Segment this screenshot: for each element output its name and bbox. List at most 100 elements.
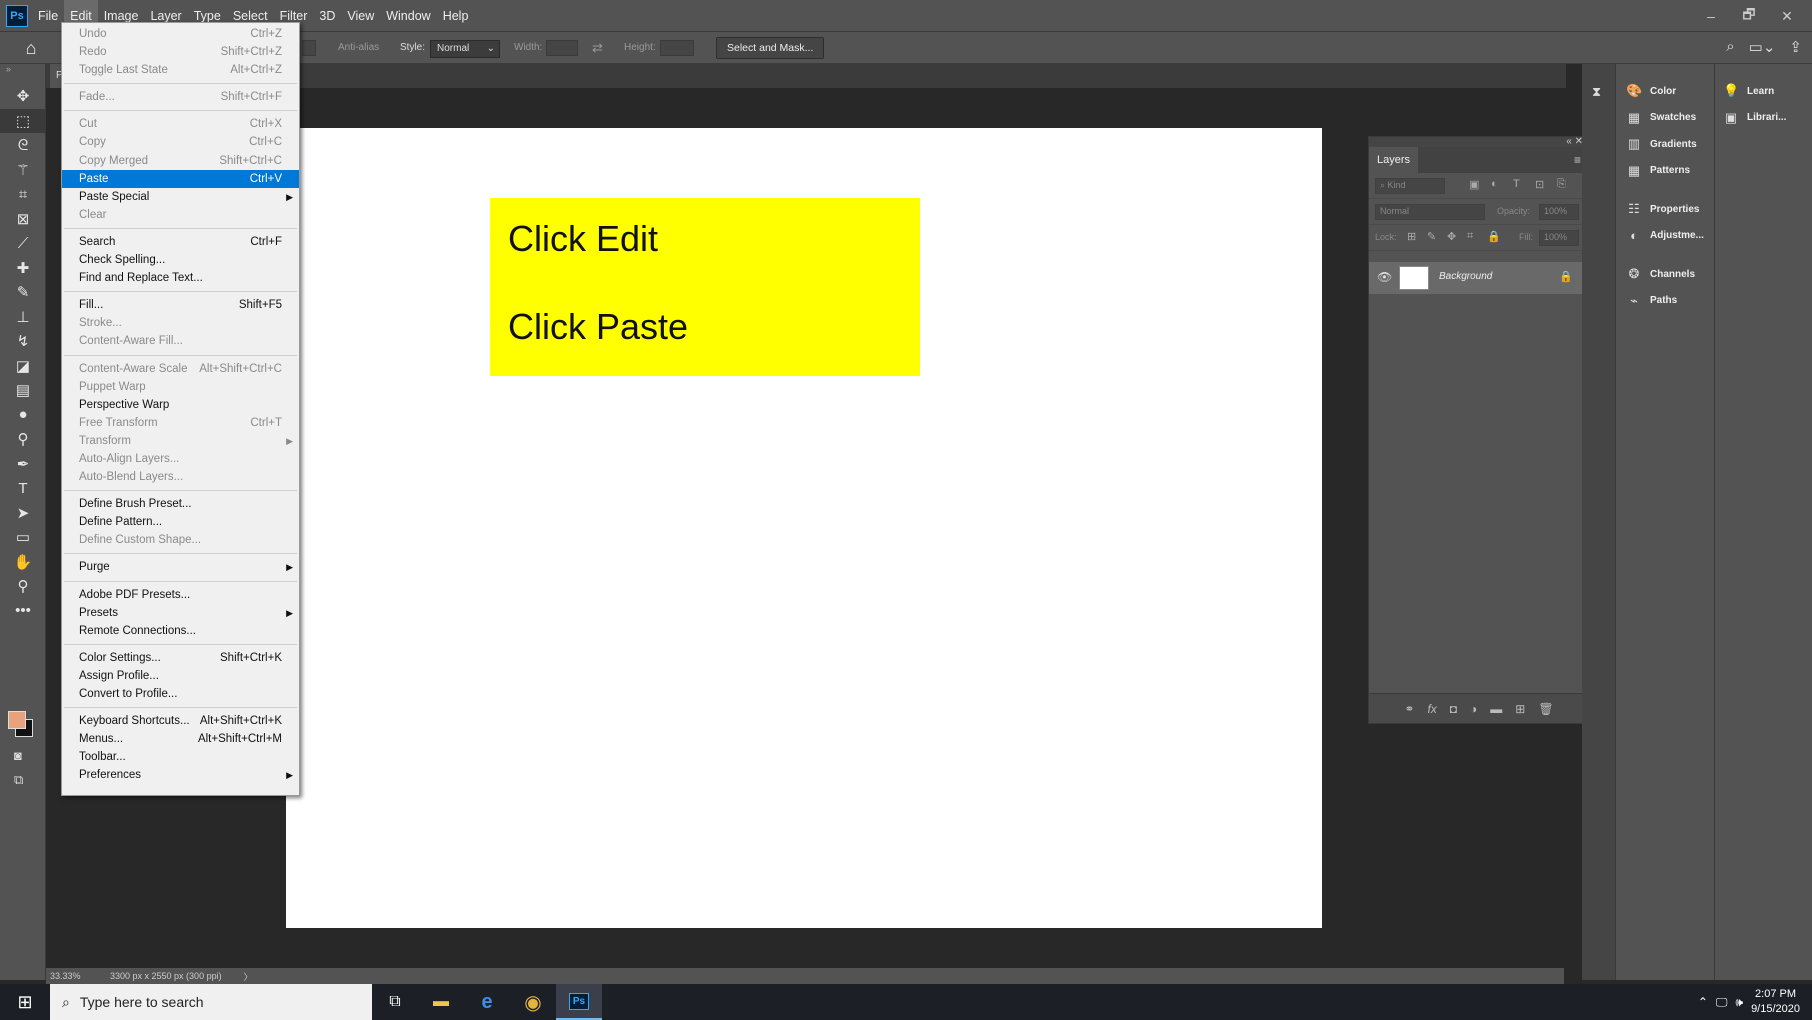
history-brush-tool-icon[interactable]: ↯ <box>0 329 46 354</box>
panel-channels[interactable]: ❂ Channels <box>1618 261 1714 288</box>
home-icon[interactable]: ⌂ <box>18 37 44 59</box>
panel-color[interactable]: 🎨 Color <box>1618 78 1714 105</box>
edit-menu-item-paste-special[interactable]: Paste Special ▶ <box>62 188 299 206</box>
edit-menu-item-auto-blend-layers[interactable]: Auto-Blend Layers... <box>62 468 299 486</box>
frame-tool-icon[interactable]: ⊠ <box>0 207 46 232</box>
edit-menu-item-transform[interactable]: Transform ▶ <box>62 432 299 450</box>
opacity-input[interactable]: 100% <box>1539 204 1579 220</box>
edit-menu-item-presets[interactable]: Presets ▶ <box>62 604 299 622</box>
edit-menu-item-convert-to-profile[interactable]: Convert to Profile... <box>62 685 299 703</box>
zoom-tool-icon[interactable]: ⚲ <box>0 574 46 599</box>
edit-menu-item-undo[interactable]: Undo Ctrl+Z <box>62 25 299 43</box>
brush-tool-icon[interactable]: ✎ <box>0 280 46 305</box>
history-icon[interactable]: ⧗ <box>1592 84 1601 100</box>
panel-close-icon[interactable]: « ✕ <box>1369 137 1589 147</box>
panel-menu-icon[interactable]: ≡ <box>1574 153 1581 167</box>
edit-menu-item-perspective-warp[interactable]: Perspective Warp <box>62 396 299 414</box>
close-window-button[interactable]: ✕ <box>1768 8 1806 25</box>
edit-menu-item-define-brush-preset[interactable]: Define Brush Preset... <box>62 495 299 513</box>
edit-menu-item-toolbar[interactable]: Toolbar... <box>62 748 299 766</box>
chevron-right-icon[interactable]: 〉 <box>244 970 253 983</box>
taskbar-search-box[interactable]: ⌕ Type here to search <box>50 984 372 1020</box>
blend-mode-select[interactable]: Normal <box>1375 204 1485 220</box>
edit-menu-item-assign-profile[interactable]: Assign Profile... <box>62 667 299 685</box>
menu-file[interactable]: File <box>32 0 64 32</box>
edit-menu-item-remote-connections[interactable]: Remote Connections... <box>62 622 299 640</box>
edit-menu-item-free-transform[interactable]: Free Transform Ctrl+T <box>62 414 299 432</box>
link-layers-icon[interactable]: ⚭ <box>1404 702 1414 716</box>
edit-menu-item-copy-merged[interactable]: Copy Merged Shift+Ctrl+C <box>62 152 299 170</box>
edit-menu-item-redo[interactable]: Redo Shift+Ctrl+Z <box>62 43 299 61</box>
antialias-checkbox[interactable] <box>302 40 316 56</box>
file-explorer-icon[interactable]: ▬ <box>418 984 464 1020</box>
edit-menu-item-paste[interactable]: Paste Ctrl+V <box>62 169 299 188</box>
minimize-button[interactable]: – <box>1692 8 1730 24</box>
task-view-icon[interactable]: ⧉ <box>372 984 418 1020</box>
layer-row-background[interactable]: 👁 Background 🔒 <box>1369 262 1589 294</box>
edit-menu-item-menus[interactable]: Menus... Alt+Shift+Ctrl+M <box>62 730 299 748</box>
menu-window[interactable]: Window <box>380 0 436 32</box>
panel-collapse-icon[interactable]: » <box>0 64 45 84</box>
panel-librari[interactable]: ▣ Librari... <box>1715 105 1811 132</box>
internet-explorer-icon[interactable]: e <box>464 984 510 1020</box>
edit-menu-item-puppet-warp[interactable]: Puppet Warp <box>62 378 299 396</box>
search-icon[interactable]: ⌕ <box>1726 38 1734 56</box>
style-select[interactable]: Normal ⌄ <box>430 40 500 58</box>
lock-position-icon[interactable]: ✥ <box>1447 230 1456 243</box>
smart-object-filter-icon[interactable]: ⎘ <box>1557 178 1566 191</box>
magic-wand-tool-icon[interactable]: ⚚ <box>0 158 46 183</box>
panel-paths[interactable]: ⌁ Paths <box>1618 288 1714 315</box>
menu-help[interactable]: Help <box>437 0 475 32</box>
panel-swatches[interactable]: ▦ Swatches <box>1618 105 1714 132</box>
share-icon[interactable]: ⇪ <box>1789 38 1802 56</box>
marquee-tool-icon[interactable]: ⬚ <box>0 108 46 133</box>
pen-tool-icon[interactable]: ✒ <box>0 452 46 477</box>
edit-menu-item-color-settings[interactable]: Color Settings... Shift+Ctrl+K <box>62 649 299 667</box>
panel-learn[interactable]: 💡 Learn <box>1715 78 1811 105</box>
hand-tool-icon[interactable]: ✋ <box>0 550 46 575</box>
swap-icon[interactable]: ⇄ <box>592 40 603 56</box>
dodge-tool-icon[interactable]: ⚲ <box>0 427 46 452</box>
edit-menu-item-fill[interactable]: Fill... Shift+F5 <box>62 296 299 314</box>
edit-menu-item-copy[interactable]: Copy Ctrl+C <box>62 133 299 151</box>
kind-filter[interactable]: ⌕ Kind <box>1375 178 1445 194</box>
type-filter-icon[interactable]: T <box>1513 178 1520 190</box>
healing-brush-tool-icon[interactable]: ✚ <box>0 256 46 281</box>
clone-stamp-tool-icon[interactable]: ⊥ <box>0 305 46 330</box>
crop-tool-icon[interactable]: ⌗ <box>0 182 46 207</box>
gradient-tool-icon[interactable]: ▤ <box>0 378 46 403</box>
edit-menu-item-check-spelling[interactable]: Check Spelling... <box>62 251 299 269</box>
edit-menu-item-clear[interactable]: Clear <box>62 206 299 224</box>
add-mask-icon[interactable]: ◘ <box>1450 702 1457 716</box>
eraser-tool-icon[interactable]: ◪ <box>0 354 46 379</box>
new-layer-icon[interactable]: ⊞ <box>1515 702 1525 716</box>
fx-icon[interactable]: fx <box>1427 702 1436 716</box>
edit-menu-item-toggle-last-state[interactable]: Toggle Last State Alt+Ctrl+Z <box>62 61 299 79</box>
foreground-color-swatch[interactable] <box>8 711 26 729</box>
new-group-icon[interactable]: ▬ <box>1490 702 1502 716</box>
edit-menu-item-auto-align-layers[interactable]: Auto-Align Layers... <box>62 450 299 468</box>
panel-patterns[interactable]: ▦ Patterns <box>1618 158 1714 185</box>
lock-pixels-icon[interactable]: ✎ <box>1427 230 1436 243</box>
edit-menu-item-purge[interactable]: Purge ▶ <box>62 558 299 576</box>
workspace-icon[interactable]: ▭⌄ <box>1749 38 1776 56</box>
lock-artboard-icon[interactable]: ⌗ <box>1467 230 1473 243</box>
lock-transparent-icon[interactable]: ⊞ <box>1407 230 1416 243</box>
chevron-up-icon[interactable]: ⌃ <box>1698 995 1708 1009</box>
edit-menu-item-adobe-pdf-presets[interactable]: Adobe PDF Presets... <box>62 586 299 604</box>
pixel-filter-icon[interactable]: ▣ <box>1469 178 1479 191</box>
photoshop-taskbar-icon[interactable]: Ps <box>556 984 602 1020</box>
panel-properties[interactable]: ☷ Properties <box>1618 196 1714 223</box>
edit-menu-item-content-aware-scale[interactable]: Content-Aware Scale Alt+Shift+Ctrl+C <box>62 360 299 378</box>
restore-button[interactable]: 🗗 <box>1730 4 1768 28</box>
zoom-level[interactable]: 33.33% <box>50 971 110 981</box>
network-icon[interactable]: 🖵 <box>1716 995 1728 1010</box>
clock[interactable]: 2:07 PM 9/15/2020 <box>1751 987 1800 1017</box>
eye-icon[interactable]: 👁 <box>1377 270 1392 284</box>
edit-menu-item-preferences[interactable]: Preferences ▶ <box>62 766 299 784</box>
fill-input[interactable]: 100% <box>1539 230 1579 246</box>
quick-mask-icon[interactable]: ◙ <box>14 748 22 763</box>
move-tool-icon[interactable]: ✥ <box>0 84 46 109</box>
windows-start-icon[interactable]: ⊞ <box>0 984 50 1020</box>
blur-tool-icon[interactable]: ● <box>0 403 46 428</box>
